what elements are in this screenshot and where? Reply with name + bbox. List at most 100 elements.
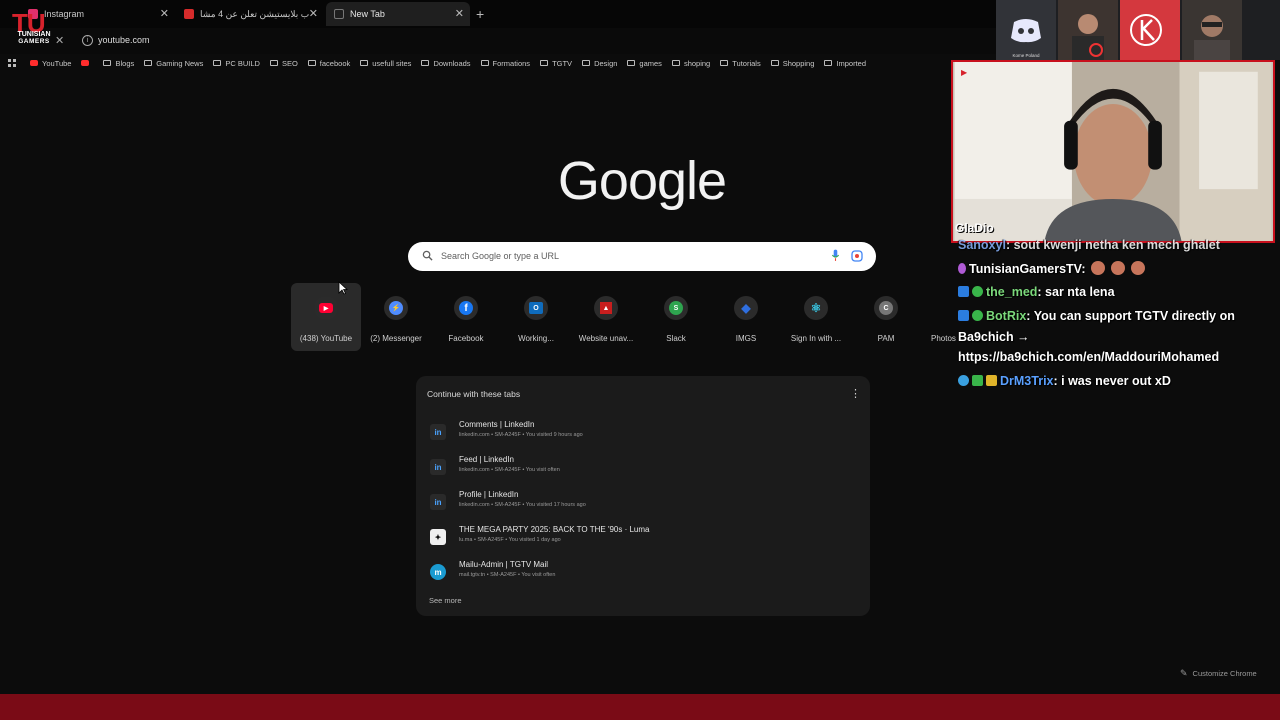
continue-tab-item[interactable]: m Mailu-Admin | TGTV Mail mail.tgtv.tn •… [430,560,850,590]
folder-icon [627,60,636,66]
shortcut-imgs[interactable]: ◆ IMGS [711,283,781,351]
tab-news[interactable]: ألعاب بلايستيشن تعلن عن 4 مشا... ✕ [176,2,324,26]
bookmark-label: games [639,58,662,68]
react-icon: ⚛ [804,296,828,320]
shortcut-working[interactable]: O Working... [501,283,571,351]
apps-grid-icon[interactable] [8,59,16,67]
bookmark-folder-formations[interactable]: Formations [480,58,531,68]
site-info-icon[interactable]: i [82,35,93,46]
continue-tab-title: THE MEGA PARTY 2025: BACK TO THE '90s · … [459,525,650,534]
site-favicon-icon [184,9,194,19]
bookmark-folder-shopping[interactable]: Shopping [770,59,814,68]
tab-title: New Tab [350,9,385,19]
search-box[interactable]: Search Google or type a URL [408,242,876,271]
search-icon [422,250,433,261]
new-tab-plus-icon[interactable]: + [476,6,484,22]
continue-tab-meta: lu.ma • SM-A245F • You visited 1 day ago [459,537,561,543]
outlook-icon: O [524,296,548,320]
shortcut-slack[interactable]: S Slack [641,283,711,351]
customize-chrome-button[interactable]: ✎ Customize Chrome [1180,668,1257,679]
linkedin-icon: in [430,424,446,440]
bookmark-folder-tutorials[interactable]: Tutorials [720,59,761,68]
emote-icon [1091,261,1106,275]
streamer-camera-image [954,62,1272,241]
google-lens-icon[interactable] [851,250,863,262]
bookmark-label: Gaming News [156,58,204,68]
logo-line2: GAMERS [18,38,50,45]
bookmark-folder-downloads[interactable]: Downloads [421,58,471,68]
bookmark-label: facebook [319,58,351,68]
shortcut-pam[interactable]: C PAM [851,283,921,351]
bookmark-label: Downloads [433,58,471,68]
shortcut-label: PAM [877,334,895,343]
chat-text: : [1081,262,1086,276]
bookmark-folder-blogs[interactable]: Blogs [103,59,134,68]
shortcuts-grid: ▶ (438) YouTube ⚡ (2) Messenger f Facebo… [291,283,971,353]
new-tab-favicon-icon [334,9,344,19]
shortcut-messenger[interactable]: ⚡ (2) Messenger [361,283,431,351]
gem-badge-icon [958,375,969,386]
shortcut-website-unavailable[interactable]: ▲ Website unav... [571,283,641,351]
chat-message: TunisianGamersTV: [958,261,1146,276]
bookmark-label: Imported [836,58,867,68]
more-options-icon[interactable]: ⋮ [850,387,861,400]
shortcut-facebook[interactable]: f Facebook [431,283,501,351]
bookmark-youtube-2[interactable] [81,60,93,66]
bookmark-folder-shoping[interactable]: shoping [671,59,710,68]
stream-bottom-bar [0,694,1280,720]
tab-new-tab[interactable]: New Tab ✕ [326,2,470,26]
see-more-link[interactable]: See more [429,596,462,605]
bookmark-label: Formations [492,58,531,68]
chat-username: BotRix [986,309,1027,323]
bookmark-folder-design[interactable]: Design [582,59,617,68]
star-badge-icon [972,375,983,386]
shortcut-label: Working... [518,334,554,343]
verified-badge-icon [972,286,983,297]
bookmark-folder-imported[interactable]: Imported [824,59,866,68]
chat-message: BotRix: You can support TGTV directly on [958,309,1235,323]
continue-tab-item[interactable]: in Profile | LinkedIn linkedin.com • SM-… [430,490,850,520]
streamer-name: GlaDio [955,221,994,235]
close-icon[interactable]: ✕ [455,8,464,20]
crown-badge-icon [986,375,997,386]
bookmark-folder-usefull-sites[interactable]: usefull sites [360,59,411,68]
chat-message-continued: https://ba9chich.com/en/MaddouriMohamed [958,350,1219,364]
continue-tab-item[interactable]: ✦ THE MEGA PARTY 2025: BACK TO THE '90s … [430,525,850,555]
bookmark-folder-seo[interactable]: SEO [269,59,298,68]
linkedin-icon: in [430,459,446,475]
site-icon: ▲ [594,296,618,320]
pencil-icon: ✎ [1180,668,1188,678]
chat-message: DrM3Trix: i was never out xD [958,374,1171,388]
discord-participant: Kome Poland [996,0,1056,60]
moderator-badge-icon [958,310,969,321]
folder-icon [720,60,729,66]
bookmark-folder-games[interactable]: games [627,59,662,68]
microphone-icon[interactable] [831,249,840,262]
continue-tab-title: Profile | LinkedIn [459,490,519,499]
shortcut-label: IMGS [735,334,757,343]
emote-icon [1131,261,1146,275]
folder-icon [307,60,316,66]
bookmark-folder-facebook[interactable]: facebook [307,58,351,68]
close-icon[interactable]: ✕ [160,8,169,20]
shortcut-youtube[interactable]: ▶ (438) YouTube [291,283,361,351]
folder-icon [269,60,278,66]
folder-icon [671,60,680,66]
bookmark-label: PC BUILD [225,58,260,68]
chat-text: : sar nta lena [1037,285,1115,299]
shortcut-sign-in[interactable]: ⚛ Sign In with ... [781,283,851,351]
address-bar[interactable]: youtube.com [98,35,150,45]
close-icon[interactable]: ✕ [309,8,318,20]
continue-tab-item[interactable]: in Feed | LinkedIn linkedin.com • SM-A24… [430,455,850,485]
chat-message: Sanoxyl: sout kwenji netha ken mech ghal… [958,238,1220,252]
chat-text: : i was never out xD [1053,374,1171,388]
mic-badge-icon [958,263,966,274]
bookmark-folder-gaming-news[interactable]: Gaming News [144,59,203,68]
bookmark-folder-tgtv[interactable]: TGTV [540,59,572,68]
bookmark-folder-pc-build[interactable]: PC BUILD [213,59,260,68]
search-input[interactable]: Search Google or type a URL [441,251,559,261]
continue-tab-item[interactable]: in Comments | LinkedIn linkedin.com • SM… [430,420,850,450]
emote-icon [1111,261,1126,275]
shortcut-label: (2) Messenger [370,334,422,343]
luma-icon: ✦ [430,529,446,545]
